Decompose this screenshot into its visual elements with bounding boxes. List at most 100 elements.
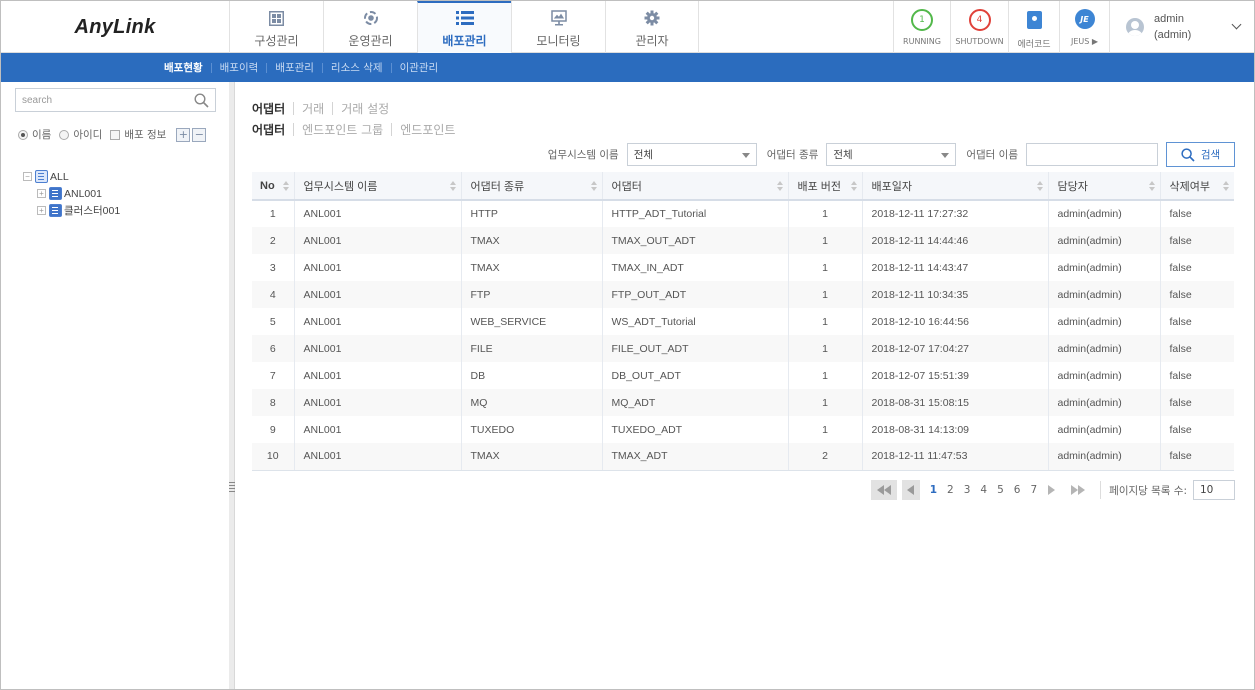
table-row[interactable]: 1 ANL001 HTTP HTTP_ADT_Tutorial 1 2018-12-11 … [252, 200, 1234, 227]
sort-icon[interactable] [776, 181, 783, 191]
expand-all-button[interactable]: + [176, 127, 191, 142]
table-row[interactable]: 3 ANL001 TMAX TMAX_IN_ADT 1 2018-12-11 14:43:… [252, 254, 1234, 281]
table-cell: 1 [788, 362, 863, 389]
subnav-migration[interactable]: 이관관리 [400, 60, 439, 75]
expand-toggle-icon[interactable]: + [37, 206, 46, 215]
id-radio[interactable] [59, 129, 70, 140]
search-input[interactable] [16, 89, 186, 111]
table-row[interactable]: 10 ANL001 TMAX TMAX_ADT 2 2018-12-11 11:47:53… [252, 443, 1234, 471]
user-menu[interactable]: admin (admin) [1109, 1, 1254, 53]
table-cell: 1 [788, 200, 863, 227]
subnav-resource-delete[interactable]: 리소스 삭제 [331, 60, 383, 75]
subtab-endpoint[interactable]: 엔드포인트 [400, 121, 455, 138]
system-name-select[interactable]: 전체 [626, 143, 757, 166]
column-header-no[interactable]: No [252, 172, 295, 201]
drag-handle-icon[interactable] [229, 482, 235, 492]
nav-item-config[interactable]: 구성관리 [229, 1, 323, 53]
id-radio-option[interactable]: 아이디 [59, 127, 102, 142]
table-cell: 1 [788, 416, 863, 443]
shutdown-status[interactable]: 4 SHUTDOWN [950, 1, 1008, 53]
running-status[interactable]: 1 RUNNING [893, 1, 950, 53]
page-number-3[interactable]: 3 [964, 484, 971, 496]
name-radio-option[interactable]: 이름 [18, 127, 51, 142]
page-number-2[interactable]: 2 [947, 484, 954, 496]
subnav-deploy-status[interactable]: 배포현황 [164, 60, 203, 75]
page-number-5[interactable]: 5 [997, 484, 1004, 496]
table-row[interactable]: 5 ANL001 WEB_SERVICE WS_ADT_Tutorial 1 2018-1… [252, 308, 1234, 335]
tab-adapter[interactable]: 어댑터 [252, 100, 285, 117]
nav-item-operation[interactable]: 운영관리 [323, 1, 417, 53]
table-row[interactable]: 4 ANL001 FTP FTP_OUT_ADT 1 2018-12-11 10:34:3… [252, 281, 1234, 308]
table-cell: DB [461, 362, 603, 389]
table-row[interactable]: 2 ANL001 TMAX TMAX_OUT_ADT 1 2018-12-11 14:44… [252, 227, 1234, 254]
deploy-info-checkbox[interactable] [110, 129, 121, 140]
last-page-button[interactable] [1065, 480, 1091, 500]
table-body: 1 ANL001 HTTP HTTP_ADT_Tutorial 1 2018-12-11 … [252, 200, 1234, 471]
table-row[interactable]: 9 ANL001 TUXEDO TUXEDO_ADT 1 2018-08-31 14:13… [252, 416, 1234, 443]
subtab-endpoint-group[interactable]: 엔드포인트 그룹 [302, 121, 383, 138]
name-radio[interactable] [18, 129, 28, 140]
page-size-input[interactable]: 10 [1193, 480, 1235, 500]
column-header-version[interactable]: 배포 버전 [788, 172, 863, 201]
nav-label: 구성관리 [254, 34, 299, 48]
tab-transaction[interactable]: 거래 [302, 100, 324, 117]
sort-icon[interactable] [850, 181, 857, 191]
sort-icon[interactable] [1148, 181, 1155, 191]
nav-item-deploy[interactable]: 배포관리 [417, 1, 511, 53]
jeus-button[interactable]: JE JEUS ▶ [1059, 1, 1109, 53]
adapter-name-input[interactable] [1026, 143, 1158, 166]
subnav-deploy-history[interactable]: 배포이력 [220, 60, 259, 75]
page-number-6[interactable]: 6 [1014, 484, 1021, 496]
tab-transaction-settings[interactable]: 거래 설정 [341, 100, 389, 117]
search-button[interactable]: 검색 [1166, 142, 1235, 167]
app-logo[interactable]: AnyLink [1, 1, 229, 53]
page-number-1[interactable]: 1 [930, 484, 937, 496]
column-label: No [260, 179, 275, 192]
table-cell: ANL001 [294, 254, 462, 281]
table-cell: MQ_ADT [602, 389, 789, 416]
table-row[interactable]: 6 ANL001 FILE FILE_OUT_ADT 1 2018-12-07 17:04… [252, 335, 1234, 362]
column-header-adapter-type[interactable]: 어댑터 종류 [461, 172, 603, 201]
first-page-button[interactable] [870, 480, 897, 500]
tree-node-anl001[interactable]: + ANL001 [23, 185, 120, 202]
sort-icon[interactable] [449, 181, 456, 191]
page-number-4[interactable]: 4 [980, 484, 987, 496]
nav-item-monitoring[interactable]: 모니터링 [511, 1, 605, 53]
page-size-label: 페이지당 목록 수: [1109, 484, 1187, 497]
subnav-deploy-manage[interactable]: 배포관리 [275, 60, 314, 75]
tree-node-cluster001[interactable]: + 클러스터001 [23, 202, 120, 219]
sort-icon[interactable] [1223, 181, 1229, 191]
subtab-adapter[interactable]: 어댑터 [252, 121, 285, 138]
collapse-toggle-icon[interactable]: − [23, 172, 32, 181]
page-numbers: 1234567 [925, 484, 1042, 496]
table-row[interactable]: 8 ANL001 MQ MQ_ADT 1 2018-08-31 15:08:15 admin… [252, 389, 1234, 416]
page-number-7[interactable]: 7 [1030, 484, 1037, 496]
nav-item-admin[interactable]: 관리자 [605, 1, 699, 53]
filter-bar: 업무시스템 이름 전체 어댑터 종류 전체 어댑터 이름 검색 [548, 142, 1235, 167]
search-icon[interactable] [194, 93, 209, 108]
user-name: admin [1154, 13, 1184, 25]
column-header-adapter[interactable]: 어댑터 [602, 172, 789, 201]
first-page-icon [876, 485, 884, 495]
expand-toggle-icon[interactable]: + [37, 189, 46, 198]
table-row[interactable]: 7 ANL001 DB DB_OUT_ADT 1 2018-12-07 15:51:39 a… [252, 362, 1234, 389]
next-page-button[interactable] [1042, 480, 1060, 500]
jeus-label: JEUS ▶ [1070, 37, 1099, 46]
tree-node-all[interactable]: − ALL [23, 168, 120, 185]
collapse-all-button[interactable]: − [192, 127, 207, 142]
sidebar-splitter[interactable] [229, 82, 235, 689]
avatar [1126, 18, 1144, 36]
column-header-system[interactable]: 업무시스템 이름 [294, 172, 462, 201]
column-header-deploy-date[interactable]: 배포일자 [862, 172, 1049, 201]
sort-icon[interactable] [590, 181, 597, 191]
adapter-type-select[interactable]: 전체 [826, 143, 957, 166]
deploy-info-checkbox-option[interactable]: 배포 정보 [110, 127, 166, 142]
table-cell: false [1160, 389, 1234, 416]
column-header-owner[interactable]: 담당자 [1048, 172, 1161, 201]
prev-page-button[interactable] [901, 480, 920, 500]
sub-tabs: 어댑터 엔드포인트 그룹 엔드포인트 [252, 121, 455, 138]
sort-icon[interactable] [282, 181, 289, 191]
column-header-deleted[interactable]: 삭제여부 [1160, 172, 1234, 201]
error-code-button[interactable]: 에러코드 [1008, 1, 1059, 53]
sort-icon[interactable] [1036, 181, 1043, 191]
